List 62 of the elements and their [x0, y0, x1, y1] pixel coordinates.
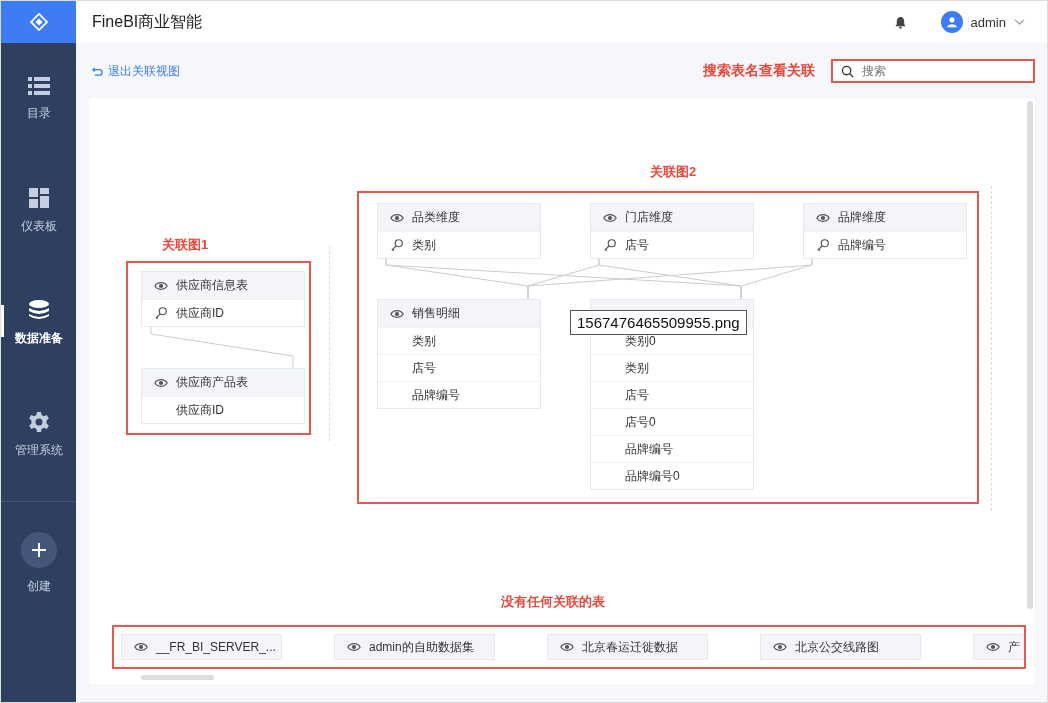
annotation-text: 搜索表名查看关联 [703, 62, 815, 80]
table-name: 品牌维度 [838, 209, 886, 226]
tooltip: 1567476465509955.png [570, 310, 747, 335]
avatar-icon[interactable] [940, 11, 963, 33]
exit-link[interactable]: 退出关联视图 [92, 62, 703, 80]
annotation-text: 没有任何关联的表 [501, 593, 605, 611]
field-name: 类别 [412, 236, 436, 254]
vertical-scrollbar[interactable] [1027, 101, 1033, 609]
table-name: 销售明细 [412, 305, 460, 322]
field-name: 店号0 [625, 413, 656, 431]
create-button[interactable] [20, 532, 57, 568]
create-label: 创建 [26, 578, 51, 595]
horizontal-scrollbar[interactable] [141, 675, 214, 680]
table-chip[interactable]: __FR_BI_SERVER_... [121, 634, 282, 660]
field-name: 店号 [412, 359, 436, 377]
bell-icon[interactable] [893, 15, 907, 29]
search-field[interactable]: 搜索 [831, 59, 1035, 83]
sidebar-item[interactable]: 管理系统 [1, 379, 76, 491]
sidebar-item[interactable]: 数据准备 [1, 267, 76, 379]
table-name: 供应商产品表 [176, 374, 248, 391]
key-icon [816, 238, 830, 252]
user-name[interactable]: admin [970, 14, 1006, 30]
key-icon [154, 306, 168, 320]
eye-icon[interactable] [560, 640, 574, 654]
search-icon [841, 64, 854, 78]
field-name: 类别0 [625, 332, 656, 350]
field-name: 店号 [625, 236, 649, 254]
field-name: 品牌编号0 [625, 467, 680, 485]
field-name: 供应商ID [176, 401, 224, 419]
table-chip[interactable]: admin的自助数据集 [334, 634, 495, 660]
undo-icon [92, 65, 103, 77]
table-chip[interactable]: 北京春运迁徙数据 [547, 634, 708, 660]
field-name: 品牌编号 [412, 386, 460, 404]
table-name: 品类维度 [412, 209, 460, 226]
annotation-text: 关联图2 [649, 163, 697, 181]
eye-icon[interactable] [773, 640, 787, 654]
search-input[interactable]: 搜索 [860, 63, 1014, 79]
eye-icon[interactable] [347, 640, 361, 654]
gear-icon [28, 411, 49, 432]
logo-icon[interactable] [29, 13, 48, 31]
field-name: 类别 [625, 359, 649, 377]
table-chip[interactable]: 产 [973, 634, 1024, 660]
plus-icon [30, 542, 47, 558]
eye-icon[interactable] [134, 640, 148, 654]
field-name: 店号 [625, 386, 649, 404]
field-name: 品牌编号 [625, 440, 673, 458]
annotation-text: 关联图1 [161, 236, 209, 254]
field-name: 品牌编号 [838, 236, 886, 254]
table-name: 供应商信息表 [176, 277, 248, 294]
field-name: 类别 [412, 332, 436, 350]
sidebar-item[interactable]: 仪表板 [1, 155, 76, 267]
sidebar-item[interactable]: 目录 [1, 43, 76, 155]
key-icon [603, 238, 617, 252]
dashboard-icon [28, 187, 49, 208]
list-icon [27, 76, 50, 95]
key-icon [390, 238, 404, 252]
app-title: FineBI商业智能 [92, 11, 204, 32]
eye-icon[interactable] [986, 640, 1000, 654]
database-icon [27, 299, 50, 320]
table-name: 门店维度 [625, 209, 673, 226]
field-name: 供应商ID [176, 304, 224, 322]
table-chip[interactable]: 北京公交线路图 [760, 634, 921, 660]
